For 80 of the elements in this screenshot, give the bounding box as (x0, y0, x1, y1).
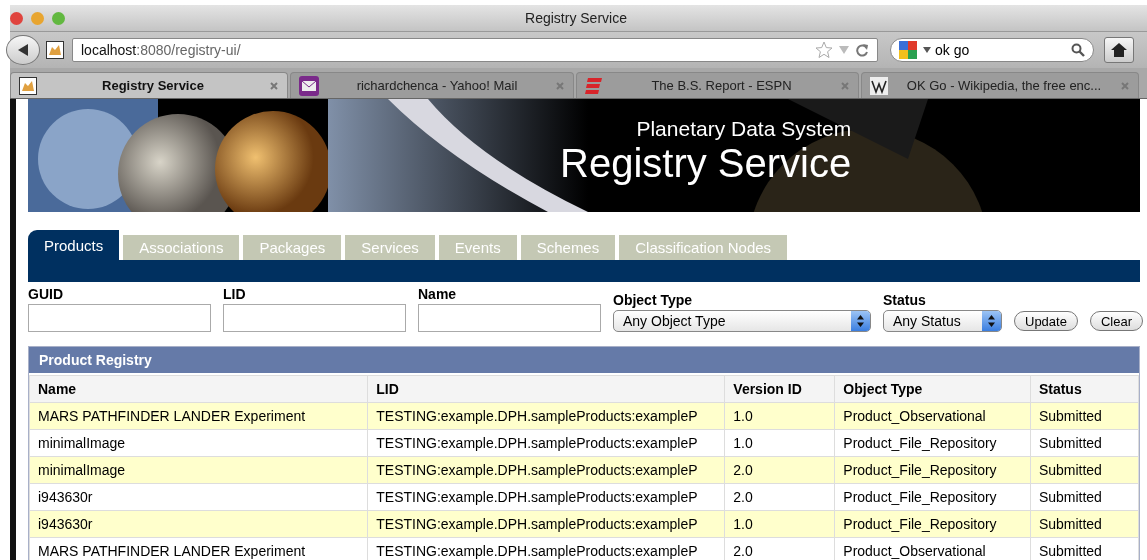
panel-header: Product Registry (29, 347, 1139, 375)
table-cell: minimalImage (29, 456, 368, 484)
close-icon[interactable] (1120, 80, 1130, 91)
browser-tab[interactable]: OK Go - Wikipedia, the free enc... (861, 72, 1139, 98)
home-button[interactable] (1104, 37, 1134, 63)
search-icon[interactable] (1071, 43, 1085, 57)
dropdown[interactable]: Any Object Type (613, 310, 871, 332)
stepper-icon (857, 315, 864, 327)
column-header: Name (29, 375, 368, 403)
star-icon[interactable] (815, 41, 833, 59)
table-cell: 2.0 (724, 456, 835, 484)
table-cell: 1.0 (724, 510, 835, 538)
action-button[interactable]: Update (1014, 311, 1078, 331)
column-header: Status (1030, 375, 1139, 403)
table-cell: i943630r (29, 483, 368, 511)
input-field[interactable] (28, 304, 211, 332)
table-cell: 1.0 (724, 429, 835, 457)
home-icon (1111, 43, 1127, 57)
browser-tab[interactable]: The B.S. Report - ESPN (576, 72, 859, 98)
cat-icon (46, 41, 64, 59)
zoom-button[interactable] (52, 11, 65, 25)
table-cell: TESTING:example.DPH.sampleProducts:exampleP (367, 456, 725, 484)
dropdown[interactable]: Any Status (883, 310, 1002, 332)
table-cell: TESTING:example.DPH.sampleProducts:exampleP (367, 510, 725, 538)
table-cell: minimalImage (29, 429, 368, 457)
table-cell: TESTING:example.DPH.sampleProducts:exampleP (367, 429, 725, 457)
table-cell: Submitted (1030, 483, 1139, 511)
minimize-button[interactable] (31, 11, 44, 25)
input-field[interactable] (418, 304, 601, 332)
url-path: :8080/registry-ui/ (136, 42, 242, 58)
table-cell: 1.0 (724, 402, 835, 430)
close-icon[interactable] (269, 80, 279, 91)
column-header: Object Type (834, 375, 1031, 403)
table-cell: Product_File_Repository (834, 510, 1031, 538)
window-title: Registry Service (524, 10, 628, 26)
table-cell: Product_Observational (834, 402, 1031, 430)
table-cell: Product_File_Repository (834, 429, 1031, 457)
table-cell: Submitted (1030, 402, 1139, 430)
address-field[interactable]: localhost:8080/registry-ui/ (72, 38, 878, 62)
caret-icon[interactable] (923, 47, 931, 53)
cat-icon (19, 76, 37, 95)
field-label: LID (223, 286, 247, 302)
back-button[interactable] (6, 35, 40, 65)
browser-tab[interactable]: Registry Service (10, 72, 288, 98)
stripes-icon (585, 76, 603, 95)
field-label: Object Type (613, 292, 694, 308)
search-text: ok go (935, 42, 971, 58)
url-host: localhost (81, 42, 137, 58)
back-icon (16, 43, 30, 57)
field-label: Name (418, 286, 458, 302)
logo-icon (870, 76, 888, 95)
table-cell: MARS PATHFINDER LANDER Experiment (29, 537, 368, 560)
nav-tab[interactable]: Products (28, 230, 120, 260)
logo-icon (899, 41, 919, 59)
close-button[interactable] (10, 11, 23, 25)
reload-icon[interactable] (855, 43, 869, 57)
banner-title: Registry Service (560, 141, 852, 185)
action-button[interactable]: Clear (1089, 311, 1143, 331)
column-header: Version ID (724, 375, 835, 403)
banner-subtitle: Planetary Data System (635, 117, 852, 141)
envelope-icon (299, 75, 319, 96)
table-cell: Product_File_Repository (834, 483, 1031, 511)
table-cell: Submitted (1030, 510, 1139, 538)
table-cell: Product_File_Repository (834, 456, 1031, 484)
table-cell: 2.0 (724, 483, 835, 511)
stepper-icon (988, 315, 995, 327)
field-label: GUID (28, 286, 64, 302)
table-cell: MARS PATHFINDER LANDER Experiment (29, 402, 368, 430)
close-icon[interactable] (840, 80, 850, 91)
table-cell: Submitted (1030, 429, 1139, 457)
field-label: Status (883, 292, 927, 308)
column-header: LID (367, 375, 725, 403)
table-cell: TESTING:example.DPH.sampleProducts:exampleP (367, 402, 725, 430)
search-field[interactable]: ok go (890, 38, 1094, 62)
table-cell: TESTING:example.DPH.sampleProducts:exampleP (367, 483, 725, 511)
table-cell: i943630r (29, 510, 368, 538)
input-field[interactable] (223, 304, 406, 332)
close-icon[interactable] (555, 80, 565, 91)
browser-tab[interactable]: richardchenca - Yahoo! Mail (290, 72, 574, 98)
table-cell: Submitted (1030, 456, 1139, 484)
